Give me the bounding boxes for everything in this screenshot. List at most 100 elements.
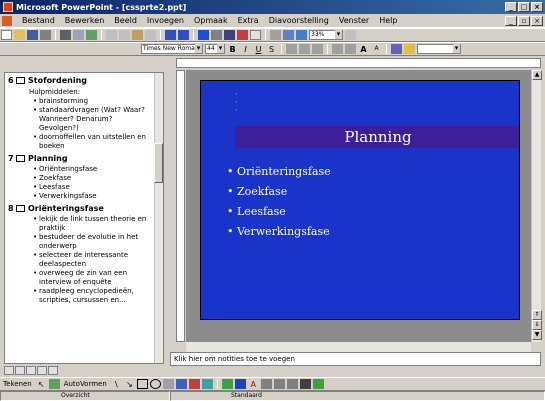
outline-bullet[interactable]: Zoekfase bbox=[33, 174, 153, 183]
menu-extra[interactable]: Extra bbox=[233, 16, 264, 25]
outline-bullet[interactable]: Oriënteringsfase bbox=[33, 165, 153, 174]
line-style-icon[interactable] bbox=[260, 379, 272, 389]
outline-scrollbar[interactable] bbox=[154, 73, 163, 363]
document-icon[interactable] bbox=[2, 15, 12, 26]
title-placeholder[interactable]: Planning bbox=[235, 126, 519, 148]
slide-bullet[interactable]: • Zoekfase bbox=[227, 185, 287, 198]
slide-sorter-button[interactable] bbox=[37, 366, 47, 375]
line-color-icon[interactable] bbox=[234, 379, 246, 389]
save-icon[interactable] bbox=[27, 30, 38, 40]
redo-icon[interactable] bbox=[178, 30, 189, 40]
outline-slide-7[interactable]: 7 Planning bbox=[8, 154, 163, 163]
outline-slide-8[interactable]: 8 Oriënteringsfase bbox=[8, 204, 163, 213]
outline-bullet[interactable]: brainstorming bbox=[33, 97, 153, 106]
previous-slide-button[interactable]: ⇑ bbox=[532, 310, 542, 320]
slide-bullet[interactable]: • Leesfase bbox=[227, 205, 286, 218]
increase-font-icon[interactable]: A bbox=[358, 44, 369, 54]
textbox-icon[interactable] bbox=[162, 379, 174, 389]
help-icon[interactable] bbox=[345, 30, 356, 40]
animation-icon[interactable] bbox=[404, 44, 415, 54]
outline-slide-6[interactable]: 6 Stofordening bbox=[8, 76, 163, 85]
align-center-icon[interactable] bbox=[299, 44, 310, 54]
font-combo[interactable]: Times New Roman bbox=[141, 44, 203, 54]
insert-chart-icon[interactable] bbox=[237, 30, 248, 40]
menu-invoegen[interactable]: Invoegen bbox=[142, 16, 189, 25]
menu-opmaak[interactable]: Opmaak bbox=[189, 16, 233, 25]
outline-bullet[interactable]: bestudeer de evolutie in het onderwerp bbox=[33, 233, 153, 251]
open-icon[interactable] bbox=[14, 30, 25, 40]
expand-all-icon[interactable] bbox=[270, 30, 281, 40]
slide-bullet[interactable]: • Verwerkingsfase bbox=[227, 225, 330, 238]
new-icon[interactable] bbox=[1, 30, 12, 40]
format-painter-icon[interactable] bbox=[145, 30, 156, 40]
outline-text[interactable]: Hulpmiddelen: bbox=[29, 87, 163, 97]
grayscale-icon[interactable] bbox=[296, 30, 307, 40]
vertical-ruler[interactable] bbox=[176, 70, 185, 342]
draw-menu[interactable]: Tekenen bbox=[0, 380, 35, 388]
insert-table-icon[interactable] bbox=[224, 30, 235, 40]
zoom-combo[interactable]: 33% bbox=[309, 30, 343, 40]
outline-bullet[interactable]: standaardvragen (Wat? Waar? Wanneer? Den… bbox=[33, 106, 153, 133]
paste-icon[interactable] bbox=[132, 30, 143, 40]
slide-scrollbar[interactable]: ▲ ⇑ ⇓ ▼ bbox=[531, 70, 542, 342]
new-slide-icon[interactable] bbox=[250, 30, 261, 40]
menu-venster[interactable]: Venster bbox=[334, 16, 374, 25]
numbering-icon[interactable] bbox=[332, 44, 343, 54]
normal-view-button[interactable] bbox=[4, 366, 14, 375]
outline-bullet[interactable]: lekijk de link tussen theorie en praktij… bbox=[33, 215, 153, 233]
oval-icon[interactable] bbox=[149, 379, 161, 389]
menu-diavoorstelling[interactable]: Diavoorstelling bbox=[264, 16, 334, 25]
horizontal-scrollbar[interactable] bbox=[186, 342, 531, 352]
slide-view-button[interactable] bbox=[26, 366, 36, 375]
line-icon[interactable]: \ bbox=[111, 379, 122, 389]
arrow-icon[interactable]: ↘ bbox=[124, 379, 135, 389]
shadow-icon[interactable]: S bbox=[266, 44, 277, 54]
outline-view-button[interactable] bbox=[15, 366, 25, 375]
shadow-style-icon[interactable] bbox=[299, 379, 311, 389]
doc-restore-button[interactable]: ▫ bbox=[518, 16, 530, 26]
tables-borders-icon[interactable] bbox=[211, 30, 222, 40]
outline-bullet[interactable]: doornoffellen van uitstellen en boeken bbox=[33, 133, 153, 151]
arrow-style-icon[interactable] bbox=[286, 379, 298, 389]
outline-bullet[interactable]: raadpleeg encyclopedieën, scripties, cur… bbox=[33, 287, 153, 305]
scroll-up-button[interactable]: ▲ bbox=[532, 70, 542, 80]
print-preview-icon[interactable] bbox=[73, 30, 84, 40]
dash-style-icon[interactable] bbox=[273, 379, 285, 389]
outline-bullet[interactable]: Verwerkingsfase bbox=[33, 192, 153, 201]
outline-scroll-thumb[interactable] bbox=[154, 143, 163, 183]
rectangle-icon[interactable] bbox=[136, 379, 148, 389]
align-right-icon[interactable] bbox=[312, 44, 323, 54]
bullets-icon[interactable] bbox=[345, 44, 356, 54]
close-button[interactable]: × bbox=[531, 2, 543, 12]
slide-bullet[interactable]: • Oriënteringsfase bbox=[227, 165, 331, 178]
notes-pane[interactable]: Klik hier om notities toe te voegen bbox=[170, 352, 541, 366]
free-rotate-icon[interactable] bbox=[48, 379, 60, 389]
align-left-icon[interactable] bbox=[286, 44, 297, 54]
powerpoint-icon[interactable] bbox=[3, 2, 13, 12]
wordart-icon[interactable] bbox=[175, 379, 187, 389]
minimize-button[interactable]: _ bbox=[505, 2, 517, 12]
menu-bewerken[interactable]: Bewerken bbox=[60, 16, 110, 25]
outline-pane[interactable]: 6 Stofordening Hulpmiddelen: brainstormi… bbox=[4, 72, 164, 364]
email-icon[interactable] bbox=[40, 30, 51, 40]
maximize-button[interactable]: □ bbox=[518, 2, 530, 12]
outline-bullet[interactable]: overweeg de zin van een interview of enq… bbox=[33, 269, 153, 287]
doc-minimize-button[interactable]: _ bbox=[505, 16, 517, 26]
font-color-icon[interactable]: A bbox=[248, 379, 259, 389]
scroll-down-button[interactable]: ▼ bbox=[532, 330, 542, 340]
doc-close-button[interactable]: × bbox=[531, 16, 543, 26]
slide-show-button[interactable] bbox=[48, 366, 58, 375]
select-objects-icon[interactable]: ↖ bbox=[36, 379, 47, 389]
italic-icon[interactable]: I bbox=[240, 44, 251, 54]
fill-color-icon[interactable] bbox=[221, 379, 233, 389]
print-icon[interactable] bbox=[60, 30, 71, 40]
next-slide-button[interactable]: ⇓ bbox=[532, 320, 542, 330]
slide-canvas[interactable]: · · · Planning • Oriënteringsfase • Zoekfase… bbox=[200, 80, 520, 320]
picture-icon[interactable] bbox=[201, 379, 213, 389]
show-formatting-icon[interactable] bbox=[283, 30, 294, 40]
outline-bullet[interactable]: selecteer de interessante deelaspecten bbox=[33, 251, 153, 269]
3d-style-icon[interactable] bbox=[312, 379, 324, 389]
menu-beeld[interactable]: Beeld bbox=[109, 16, 142, 25]
horizontal-ruler[interactable] bbox=[176, 58, 541, 68]
cut-icon[interactable] bbox=[106, 30, 117, 40]
